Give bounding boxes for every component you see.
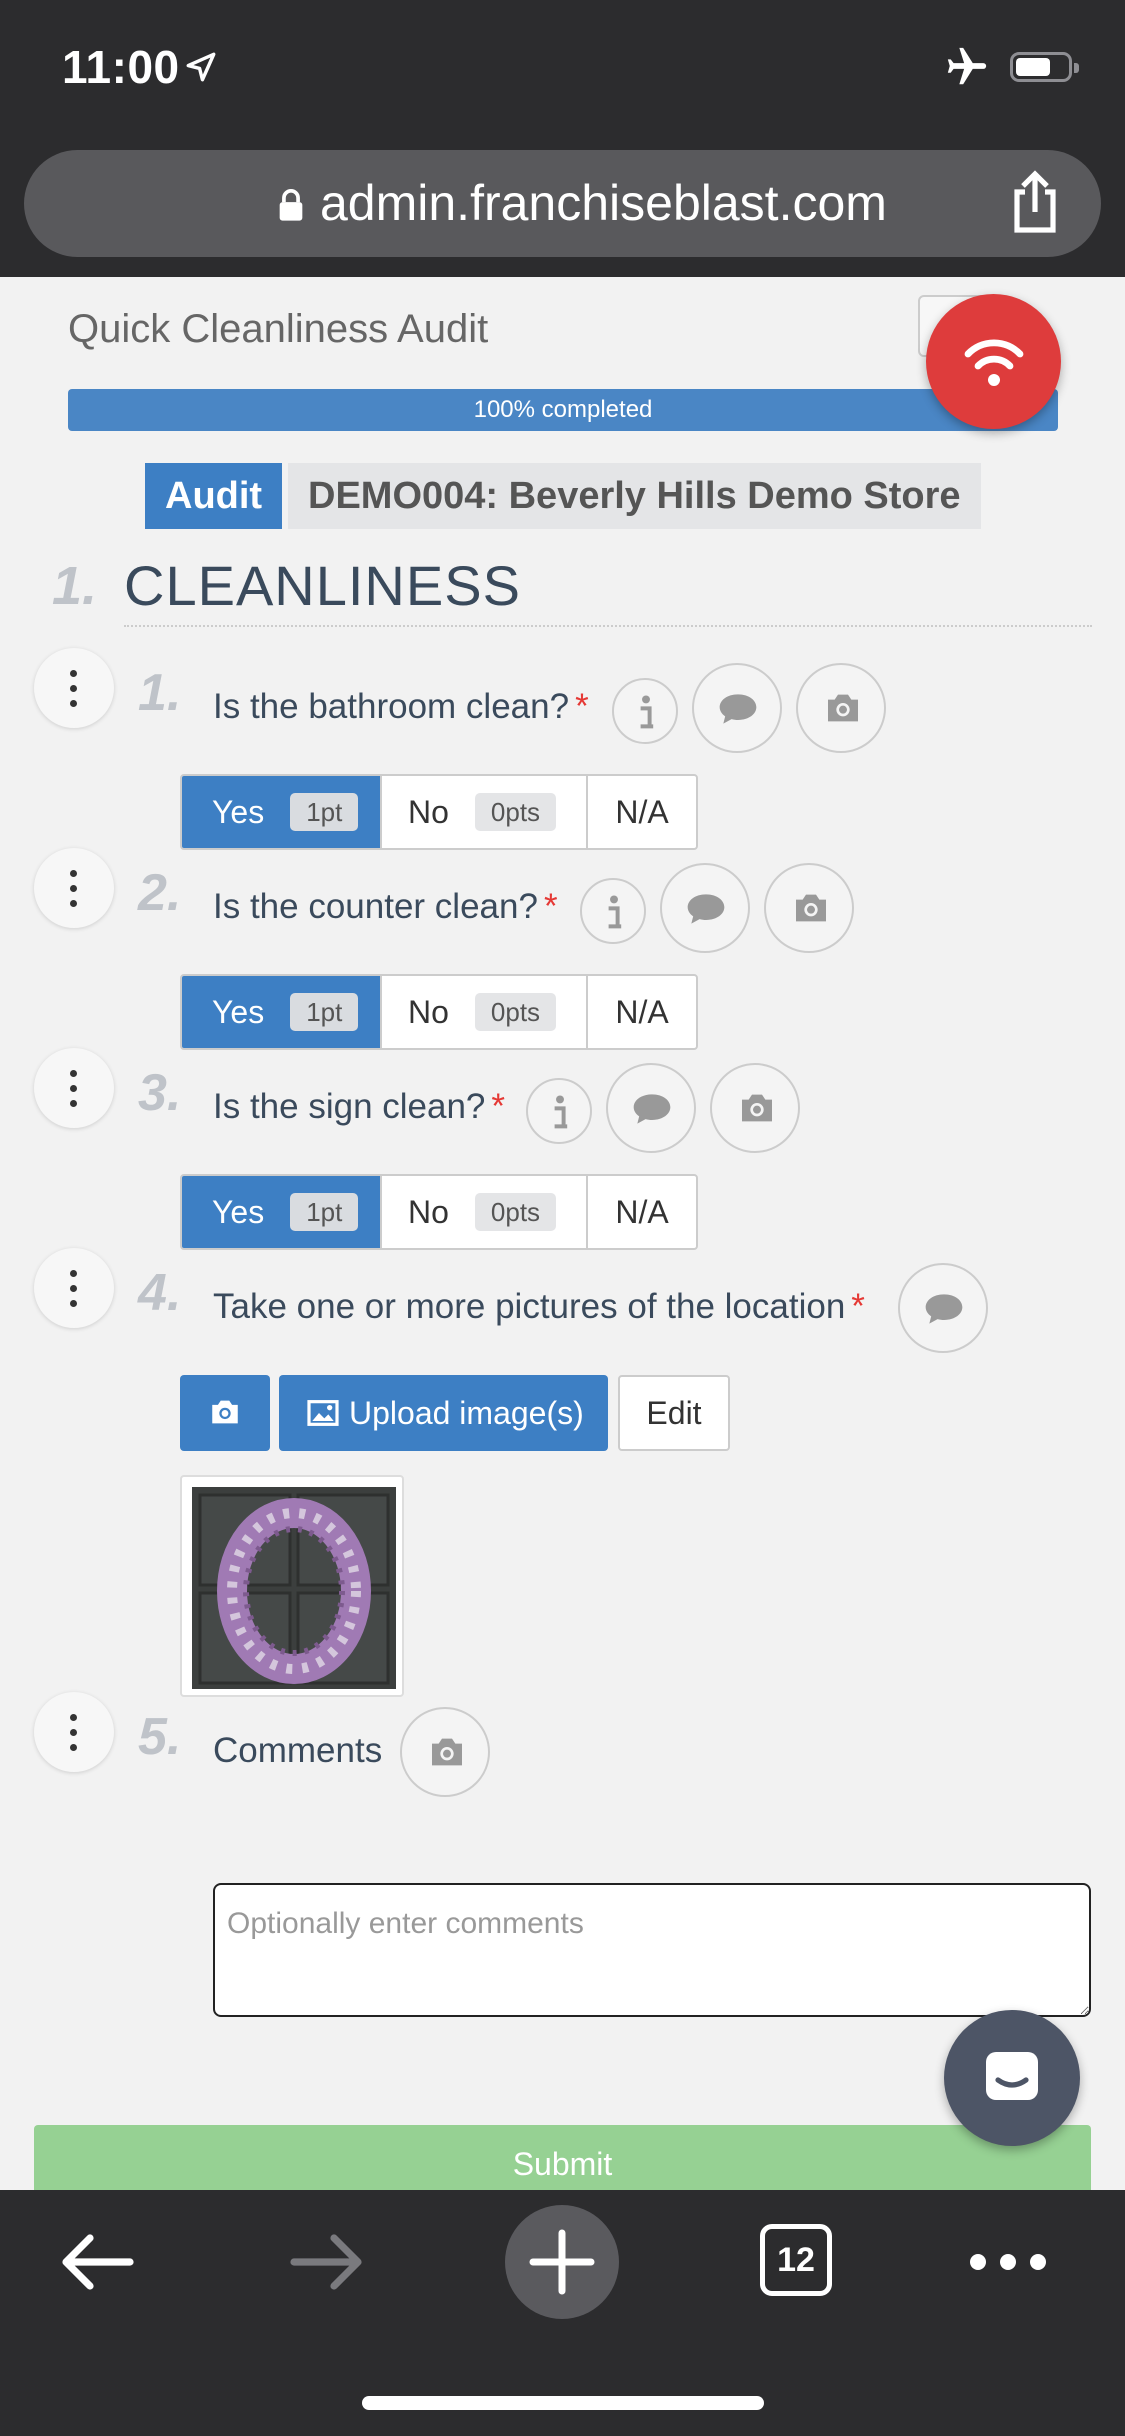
question-number: 4.	[138, 1264, 182, 1322]
forward-arrow-icon[interactable]	[290, 2232, 366, 2297]
chat-icon	[986, 2052, 1038, 2100]
answer-selector[interactable]: Yes 1pt No 0pts N/A	[180, 974, 698, 1050]
required-marker: *	[491, 1087, 506, 1126]
required-marker: *	[851, 1287, 865, 1326]
more-options-icon[interactable]	[966, 2248, 1050, 2281]
comment-icon[interactable]	[898, 1263, 988, 1353]
edit-images-button[interactable]: Edit	[618, 1375, 730, 1451]
submit-button[interactable]: Submit	[34, 2125, 1091, 2190]
question-menu-button[interactable]	[34, 648, 114, 728]
address-bar[interactable]: admin.franchiseblast.com	[24, 150, 1101, 257]
required-marker: *	[575, 687, 589, 726]
back-arrow-icon[interactable]	[58, 2232, 134, 2297]
share-icon[interactable]	[1007, 170, 1063, 239]
answer-na[interactable]: N/A	[588, 1176, 696, 1248]
tabs-count-button[interactable]: 12	[760, 2224, 832, 2296]
question-menu-button[interactable]	[34, 1692, 114, 1772]
answer-yes[interactable]: Yes 1pt	[182, 976, 382, 1048]
question-text: Is the sign clean? *	[213, 1087, 506, 1126]
url-text[interactable]: admin.franchiseblast.com	[320, 174, 887, 232]
new-tab-button[interactable]	[505, 2205, 619, 2324]
camera-icon	[212, 1400, 238, 1424]
upload-images-button[interactable]: Upload image(s)	[279, 1375, 608, 1451]
uploaded-image-thumbnail[interactable]	[180, 1475, 404, 1697]
section-divider	[124, 625, 1092, 627]
lock-icon	[276, 188, 306, 227]
audit-title: Quick Cleanliness Audit	[68, 307, 489, 351]
question-menu-button[interactable]	[34, 1248, 114, 1328]
answer-yes[interactable]: Yes 1pt	[182, 776, 382, 848]
section-number: 1.	[52, 556, 98, 616]
question-text: Is the bathroom clean? *	[213, 687, 589, 726]
battery-icon	[1010, 52, 1079, 82]
image-icon	[307, 1400, 339, 1426]
question-number: 1.	[138, 664, 182, 722]
question-text: Take one or more pictures of the locatio…	[213, 1287, 865, 1326]
comment-icon[interactable]	[692, 663, 782, 753]
comment-icon[interactable]	[660, 863, 750, 953]
home-indicator[interactable]	[362, 2396, 764, 2410]
answer-selector[interactable]: Yes 1pt No 0pts N/A	[180, 1174, 698, 1250]
question-text: Comments	[213, 1731, 383, 1770]
airplane-mode-icon	[944, 44, 990, 95]
progress-label: 100% completed	[473, 396, 653, 423]
question-number: 3.	[138, 1064, 182, 1122]
answer-na[interactable]: N/A	[588, 976, 696, 1048]
camera-icon[interactable]	[400, 1707, 490, 1797]
browser-top-chrome: 11:00 admin.franchiseblast.com	[0, 0, 1125, 277]
question-text: Is the counter clean? *	[213, 887, 558, 926]
question-menu-button[interactable]	[34, 848, 114, 928]
camera-icon[interactable]	[710, 1063, 800, 1153]
question-number: 2.	[138, 864, 182, 922]
answer-no[interactable]: No 0pts	[382, 1176, 588, 1248]
answer-yes[interactable]: Yes 1pt	[182, 1176, 382, 1248]
progress-bar: 100% completed	[68, 389, 1058, 431]
question-number: 5.	[138, 1708, 182, 1766]
camera-icon[interactable]	[796, 663, 886, 753]
required-marker: *	[543, 887, 558, 926]
chat-launcher-button[interactable]	[944, 2010, 1080, 2146]
info-icon[interactable]	[612, 678, 678, 744]
answer-no[interactable]: No 0pts	[382, 776, 588, 848]
camera-icon[interactable]	[764, 863, 854, 953]
info-icon[interactable]	[580, 878, 646, 944]
status-time: 11:00	[62, 41, 180, 93]
comment-icon[interactable]	[606, 1063, 696, 1153]
wifi-icon	[964, 339, 1024, 386]
info-icon[interactable]	[526, 1078, 592, 1144]
offline-status-button[interactable]	[926, 294, 1061, 429]
audit-type-badge: Audit	[145, 463, 283, 529]
comments-field[interactable]	[213, 1883, 1091, 2017]
answer-no[interactable]: No 0pts	[382, 976, 588, 1048]
section-title: CLEANLINESS	[124, 554, 521, 617]
answer-selector[interactable]: Yes 1pt No 0pts N/A	[180, 774, 698, 850]
question-menu-button[interactable]	[34, 1048, 114, 1128]
wreath-photo	[192, 1487, 396, 1689]
location-arrow-icon	[184, 50, 218, 89]
store-badge: DEMO004: Beverly Hills Demo Store	[288, 463, 981, 529]
take-photo-button[interactable]	[180, 1375, 270, 1451]
answer-na[interactable]: N/A	[588, 776, 696, 848]
page-content: Quick Cleanliness Audit 100% completed A…	[0, 277, 1125, 2190]
